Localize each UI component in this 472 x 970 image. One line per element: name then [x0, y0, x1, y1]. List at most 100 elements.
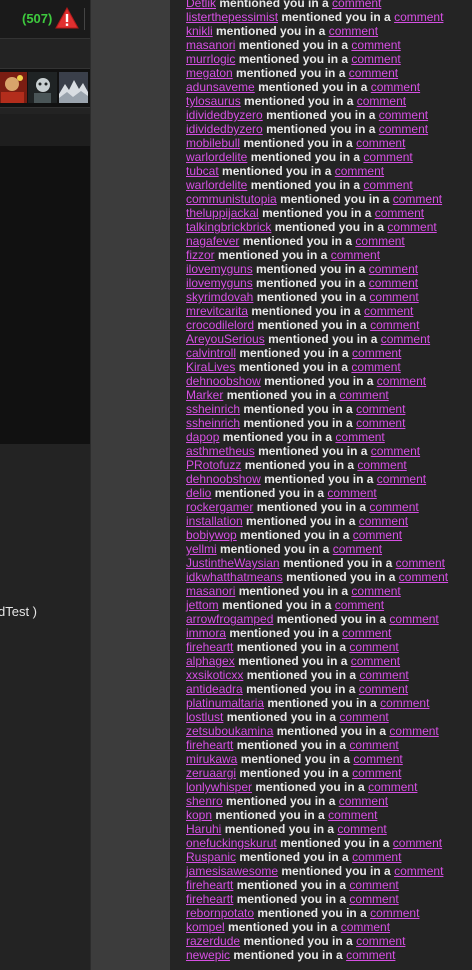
comment-link[interactable]: comment: [375, 206, 424, 220]
comment-link[interactable]: comment: [351, 52, 400, 66]
comment-link[interactable]: comment: [356, 934, 405, 948]
notification-username-link[interactable]: nagafever: [186, 234, 239, 248]
notification-username-link[interactable]: megaton: [186, 66, 233, 80]
notification-username-link[interactable]: calvintroll: [186, 346, 236, 360]
comment-link[interactable]: comment: [349, 640, 398, 654]
comment-link[interactable]: comment: [349, 878, 398, 892]
notification-username-link[interactable]: onefuckingskurut: [186, 836, 277, 850]
notification-username-link[interactable]: fireheartt: [186, 892, 233, 906]
comment-link[interactable]: comment: [353, 752, 402, 766]
comment-link[interactable]: comment: [369, 262, 418, 276]
comment-link[interactable]: comment: [394, 864, 443, 878]
notification-username-link[interactable]: fizzor: [186, 248, 215, 262]
comment-link[interactable]: comment: [335, 430, 384, 444]
notification-username-link[interactable]: crocodilelord: [186, 318, 254, 332]
comment-link[interactable]: comment: [352, 766, 401, 780]
comment-link[interactable]: comment: [389, 612, 438, 626]
comment-link[interactable]: comment: [370, 318, 419, 332]
comment-link[interactable]: comment: [349, 66, 398, 80]
notification-username-link[interactable]: tylosaurus: [186, 94, 241, 108]
comment-link[interactable]: comment: [377, 374, 426, 388]
comment-link[interactable]: comment: [363, 178, 412, 192]
comment-link[interactable]: comment: [389, 724, 438, 738]
comment-link[interactable]: comment: [352, 346, 401, 360]
thumbnail-image[interactable]: [28, 72, 57, 103]
comment-link[interactable]: comment: [341, 920, 390, 934]
comment-link[interactable]: comment: [380, 696, 429, 710]
comment-link[interactable]: comment: [369, 500, 418, 514]
comment-link[interactable]: comment: [352, 850, 401, 864]
comment-link[interactable]: comment: [363, 150, 412, 164]
notification-username-link[interactable]: listerthepessimist: [186, 10, 278, 24]
comment-link[interactable]: comment: [357, 94, 406, 108]
notification-username-link[interactable]: talkingbrickbrick: [186, 220, 271, 234]
notification-username-link[interactable]: warlordelite: [186, 178, 247, 192]
comment-link[interactable]: comment: [357, 458, 406, 472]
comment-link[interactable]: comment: [381, 332, 430, 346]
notification-username-link[interactable]: mirukawa: [186, 752, 237, 766]
comment-link[interactable]: comment: [355, 234, 404, 248]
comment-link[interactable]: comment: [379, 108, 428, 122]
notification-username-link[interactable]: zetsuboukamina: [186, 724, 273, 738]
comment-link[interactable]: comment: [393, 192, 442, 206]
notification-username-link[interactable]: xxsikoticxx: [186, 668, 243, 682]
notification-username-link[interactable]: mobilebull: [186, 136, 240, 150]
notification-username-link[interactable]: yellmi: [186, 542, 217, 556]
comment-link[interactable]: comment: [351, 38, 400, 52]
comment-link[interactable]: comment: [371, 444, 420, 458]
notification-username-link[interactable]: kompel: [186, 920, 225, 934]
comment-link[interactable]: comment: [342, 626, 391, 640]
notification-username-link[interactable]: jettom: [186, 598, 219, 612]
comment-link[interactable]: comment: [371, 80, 420, 94]
notification-username-link[interactable]: mrevitcarita: [186, 304, 248, 318]
notification-username-link[interactable]: asthmetheus: [186, 444, 255, 458]
comment-link[interactable]: comment: [387, 220, 436, 234]
notification-username-link[interactable]: idividedbyzero: [186, 122, 263, 136]
notification-username-link[interactable]: masanori: [186, 584, 235, 598]
comment-link[interactable]: comment: [349, 892, 398, 906]
notification-username-link[interactable]: razerdude: [186, 934, 240, 948]
notification-username-link[interactable]: AreyouSerious: [186, 332, 265, 346]
notification-username-link[interactable]: adunsaveme: [186, 80, 255, 94]
comment-link[interactable]: comment: [359, 682, 408, 696]
comment-link[interactable]: comment: [368, 780, 417, 794]
comment-link[interactable]: comment: [335, 164, 384, 178]
comment-link[interactable]: comment: [329, 24, 378, 38]
comment-link[interactable]: comment: [359, 668, 408, 682]
comment-link[interactable]: comment: [399, 570, 448, 584]
notification-username-link[interactable]: idkwhatthatmeans: [186, 570, 283, 584]
notification-username-link[interactable]: KiraLives: [186, 360, 235, 374]
notification-username-link[interactable]: bobiywop: [186, 528, 237, 542]
comment-link[interactable]: comment: [369, 290, 418, 304]
notification-username-link[interactable]: installation: [186, 514, 243, 528]
comment-link[interactable]: comment: [393, 836, 442, 850]
notification-username-link[interactable]: fireheartt: [186, 640, 233, 654]
notification-username-link[interactable]: tubcat: [186, 164, 219, 178]
comment-link[interactable]: comment: [328, 808, 377, 822]
notification-username-link[interactable]: antideadra: [186, 682, 243, 696]
notification-username-link[interactable]: alphagex: [186, 654, 235, 668]
comment-link[interactable]: comment: [337, 822, 386, 836]
thumbnail-image[interactable]: [59, 72, 88, 103]
comment-link[interactable]: comment: [339, 794, 388, 808]
notification-username-link[interactable]: idividedbyzero: [186, 108, 263, 122]
comment-link[interactable]: comment: [351, 584, 400, 598]
comment-link[interactable]: comment: [356, 402, 405, 416]
comment-link[interactable]: comment: [359, 514, 408, 528]
notification-username-link[interactable]: PRotofuzz: [186, 458, 241, 472]
comment-link[interactable]: comment: [356, 136, 405, 150]
notification-count[interactable]: (507): [22, 11, 52, 26]
notification-username-link[interactable]: knikli: [186, 24, 213, 38]
notification-username-link[interactable]: communistutopia: [186, 192, 277, 206]
notification-username-link[interactable]: JustintheWaysian: [186, 556, 280, 570]
notification-username-link[interactable]: Marker: [186, 388, 223, 402]
comment-link[interactable]: comment: [331, 248, 380, 262]
notification-username-link[interactable]: jamesisawesome: [186, 864, 278, 878]
comment-link[interactable]: comment: [353, 528, 402, 542]
thumbnail-image[interactable]: [0, 72, 27, 103]
notification-username-link[interactable]: theluppijackal: [186, 206, 259, 220]
notification-username-link[interactable]: lonlywhisper: [186, 780, 252, 794]
notification-username-link[interactable]: ilovemyguns: [186, 276, 253, 290]
comment-link[interactable]: comment: [335, 598, 384, 612]
comment-link[interactable]: comment: [333, 542, 382, 556]
